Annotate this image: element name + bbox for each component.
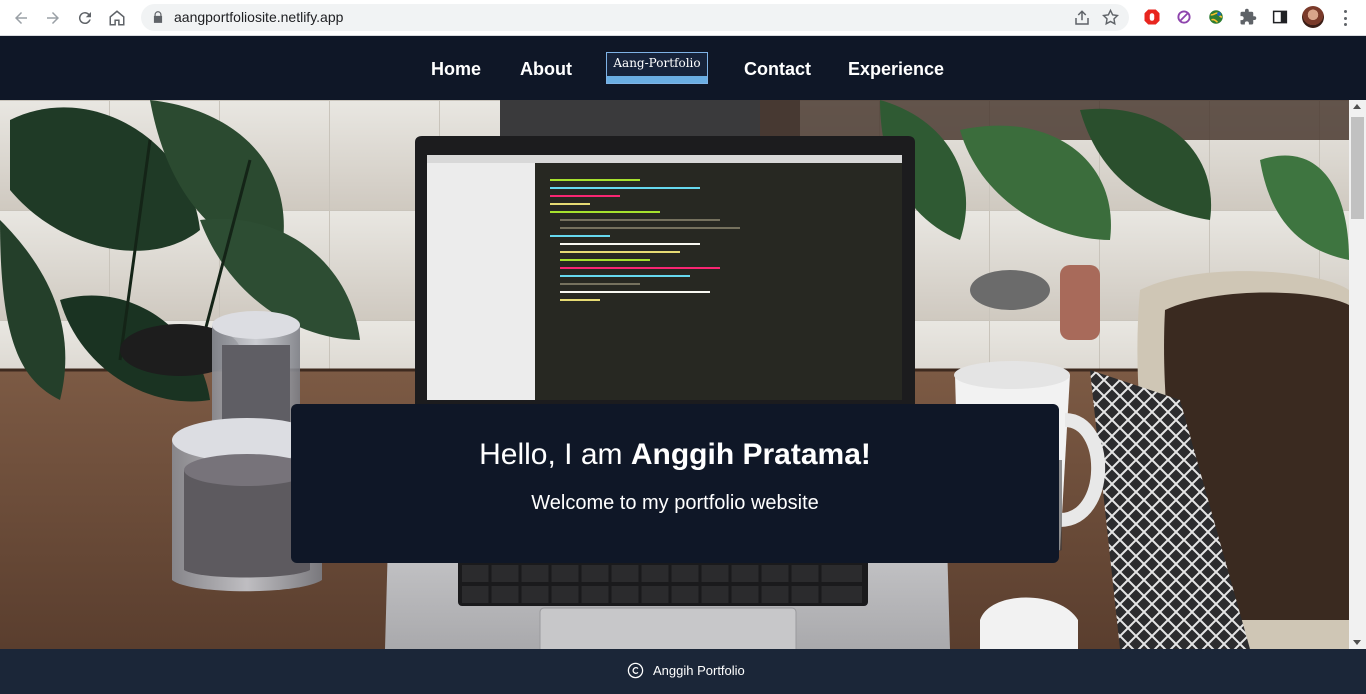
- hero-greeting: Hello, I am: [479, 438, 631, 471]
- page-scrollbar[interactable]: [1349, 100, 1366, 649]
- brand-underline: [607, 76, 707, 83]
- home-icon[interactable]: [104, 5, 130, 31]
- scroll-up-arrow-icon[interactable]: [1353, 104, 1361, 109]
- copyright-icon: [627, 662, 644, 679]
- footer-text: Anggih Portfolio: [653, 663, 745, 678]
- hero-heading: Hello, I am Anggih Pratama!: [291, 438, 1059, 472]
- nav-link-contact[interactable]: Contact: [744, 59, 811, 80]
- adblock-extension-icon[interactable]: [1142, 7, 1162, 27]
- profile-avatar[interactable]: [1302, 6, 1324, 28]
- forward-icon[interactable]: [40, 5, 66, 31]
- blocker-extension-icon[interactable]: [1174, 7, 1194, 27]
- hero-subtitle: Welcome to my portfolio website: [531, 492, 819, 514]
- hero-section: Hello, I am Anggih Pratama! Welcome to m…: [0, 100, 1349, 649]
- brand-logo-link[interactable]: Aang-Portfolio: [606, 52, 708, 84]
- lock-icon[interactable]: [151, 10, 165, 24]
- reload-icon[interactable]: [72, 5, 98, 31]
- url-text[interactable]: aangportfoliosite.netlify.app: [174, 9, 343, 25]
- hero-name: Anggih Pratama!: [630, 438, 871, 471]
- hero-intro-card: Hello, I am Anggih Pratama! Welcome to m…: [291, 404, 1059, 563]
- brand-text[interactable]: Aang-Portfolio: [607, 56, 707, 70]
- menu-dots-icon[interactable]: [1336, 8, 1354, 28]
- nav-link-about[interactable]: About: [520, 59, 572, 80]
- back-icon[interactable]: [8, 5, 34, 31]
- star-icon[interactable]: [1101, 8, 1120, 27]
- hero-background-photo: [0, 100, 1349, 649]
- puzzle-extensions-icon[interactable]: [1238, 7, 1258, 27]
- browser-toolbar: aangportfoliosite.netlify.app: [0, 0, 1366, 36]
- scroll-thumb[interactable]: [1351, 117, 1364, 219]
- site-navbar: Home About Aang-Portfolio Contact Experi…: [0, 36, 1366, 100]
- share-icon[interactable]: [1073, 9, 1091, 27]
- side-panel-icon[interactable]: [1270, 7, 1290, 27]
- site-footer: Anggih Portfolio: [0, 649, 1366, 694]
- nav-link-experience[interactable]: Experience: [848, 59, 944, 80]
- address-bar[interactable]: aangportfoliosite.netlify.app: [141, 4, 1129, 31]
- scroll-down-arrow-icon[interactable]: [1353, 640, 1361, 645]
- globe-extension-icon[interactable]: [1206, 7, 1226, 27]
- nav-link-home[interactable]: Home: [431, 59, 481, 80]
